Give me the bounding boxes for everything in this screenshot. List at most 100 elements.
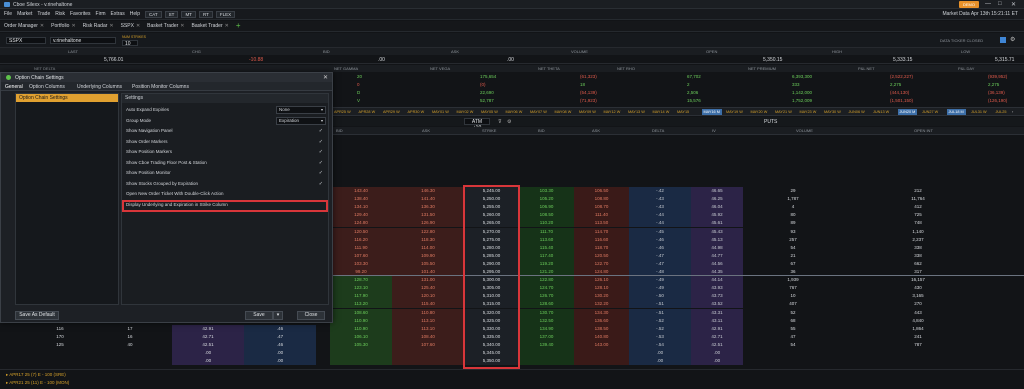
expiration-tab[interactable]: MAY12 W (604, 110, 621, 114)
iv-cell[interactable]: 43.73 (691, 292, 743, 301)
save-button[interactable]: Save (245, 311, 273, 320)
iv-cell[interactable]: 44.98 (691, 243, 743, 252)
chain-row[interactable]: 5,345.00.00.00 (330, 349, 1024, 357)
delta-cell[interactable]: -.44 (629, 219, 691, 228)
tab-general[interactable]: General (5, 84, 23, 90)
put-bid-cell[interactable]: 105.20 (519, 195, 574, 204)
expiration-tab[interactable]: MAY20 W (751, 110, 768, 114)
chain-row[interactable]: 143.40 146.30 5,245.00 103.30 106.50 -.42 46.6… (330, 187, 1024, 195)
call-ask-cell[interactable]: 118.30 (392, 235, 464, 244)
setting-checkbox[interactable]: ✓ (319, 137, 323, 147)
delta-cell[interactable]: -.42 (629, 187, 691, 195)
expiration-tab[interactable]: MAY23 W (800, 110, 817, 114)
iv-cell[interactable]: .00 (691, 357, 743, 366)
open-int-cell[interactable]: 338 (843, 252, 993, 260)
close-window-button[interactable]: ✕ (1011, 1, 1016, 8)
call-ask-cell[interactable]: 115.40 (392, 300, 464, 309)
call-bid-cell[interactable]: 116.20 (330, 235, 392, 244)
put-bid-cell[interactable]: 113.60 (519, 235, 574, 244)
call-ask-cell[interactable]: 122.80 (392, 227, 464, 236)
put-bid-cell[interactable]: 132.50 (519, 316, 574, 325)
setting-checkbox[interactable]: ✓ (319, 158, 323, 168)
put-bid-cell[interactable]: 108.50 (519, 211, 574, 220)
volume-cell[interactable] (743, 349, 843, 357)
put-bid-cell[interactable]: 111.70 (519, 227, 574, 236)
call-bid-cell[interactable] (330, 349, 392, 357)
iv-cell[interactable]: 44.77 (691, 251, 743, 260)
call-bid-cell[interactable]: 143.40 (330, 187, 392, 195)
volume-cell[interactable]: 21 (743, 252, 843, 260)
open-int-cell[interactable]: 270 (843, 300, 993, 308)
volume-cell[interactable]: 10 (743, 292, 843, 300)
save-as-default-button[interactable]: Save As Default (15, 311, 59, 320)
category-option-chain-settings[interactable]: Option Chain Settings (16, 94, 118, 102)
lower-left-row[interactable]: .00.00 (0, 357, 330, 366)
open-int-cell[interactable] (843, 349, 993, 357)
open-int-cell[interactable]: 662 (843, 260, 993, 268)
chain-row[interactable]: 116.20 118.30 5,275.00 113.60 116.60 -.46 45.1… (330, 235, 1024, 244)
tab-sspx[interactable]: SSPX ✕ (121, 23, 141, 29)
put-ask-cell[interactable]: 113.50 (574, 219, 629, 228)
put-ask-cell[interactable]: 136.60 (574, 316, 629, 325)
open-int-cell[interactable]: 725 (843, 211, 993, 219)
lower-left-row[interactable]: 116 17 42.91.46 (0, 325, 330, 333)
volume-cell[interactable]: 68 (743, 317, 843, 325)
setting-checkbox[interactable]: ✓ (319, 168, 323, 178)
call-bid-cell[interactable] (330, 357, 392, 366)
open-int-cell[interactable]: 3,165 (843, 292, 993, 300)
delta-cell[interactable]: -.45 (629, 227, 691, 236)
close-tab-icon[interactable]: ✕ (136, 23, 140, 29)
chain-row[interactable]: 138.40 141.40 5,250.00 105.20 108.80 -.43 46.2… (330, 195, 1024, 204)
call-bid-cell[interactable]: 106.10 (330, 332, 392, 341)
delta-cell[interactable]: -.51 (629, 308, 691, 317)
expiration-tab[interactable]: MAY13 W (628, 110, 645, 114)
chain-row[interactable]: 113.20 115.40 5,315.00 128.60 132.20 -.51 43.5… (330, 300, 1024, 309)
delta-cell[interactable]: -.51 (629, 300, 691, 309)
gear-icon[interactable]: ⚙ (1010, 36, 1015, 43)
volume-cell[interactable]: 52 (743, 309, 843, 317)
volume-cell[interactable]: 54 (743, 341, 843, 349)
setting-row[interactable]: Show Stocks Grouped by Expiration ✓ (126, 179, 326, 189)
delta-cell[interactable]: -.46 (629, 243, 691, 252)
iv-cell[interactable]: 42.71 (691, 332, 743, 341)
tab-portfolio[interactable]: Portfolio ✕ (51, 23, 76, 29)
expiration-tab[interactable]: JUL31 W (971, 110, 987, 114)
chain-row[interactable]: 5,350.00.00.00 (330, 357, 1024, 366)
open-int-cell[interactable]: 748 (843, 219, 993, 227)
open-int-cell[interactable]: 1,140 (843, 228, 993, 236)
call-bid-cell[interactable]: 123.10 (330, 284, 392, 293)
menu-trade[interactable]: Trade (37, 11, 50, 17)
put-bid-cell[interactable]: 130.70 (519, 308, 574, 317)
scroll-right-chevron-icon[interactable]: › (1012, 110, 1013, 114)
iv-cell[interactable]: 46.65 (691, 187, 743, 195)
expiration-tab[interactable]: MAY05 W (481, 110, 498, 114)
filter-icon[interactable]: ⊽ (498, 119, 502, 125)
tab-order-manager[interactable]: Order Manager ✕ (4, 23, 44, 29)
put-bid-cell[interactable]: 128.60 (519, 300, 574, 309)
tab-underlying-columns[interactable]: Underlying Columns (77, 84, 122, 90)
volume-cell[interactable]: 1,939 (743, 276, 843, 284)
put-ask-cell[interactable]: 118.70 (574, 243, 629, 252)
rt-button[interactable]: RT (198, 10, 213, 18)
put-ask-cell[interactable]: 143.00 (574, 340, 629, 349)
add-tab-icon[interactable]: + (236, 22, 241, 30)
setting-row[interactable]: Show Position Monitor ✓ (126, 168, 326, 178)
save-dropdown-chevron-down-icon[interactable]: ▾ (273, 311, 283, 320)
num-strikes-input[interactable]: 10 (122, 40, 138, 47)
tab-basket-trader-1[interactable]: Basket Trader ✕ (147, 23, 184, 29)
call-bid-cell[interactable]: 117.90 (330, 292, 392, 301)
iv-cell[interactable]: 45.61 (691, 219, 743, 228)
iv-cell[interactable]: 42.91 (691, 324, 743, 333)
call-ask-cell[interactable]: 105.50 (392, 259, 464, 268)
delta-cell[interactable]: .00 (629, 349, 691, 357)
volume-cell[interactable]: 47 (743, 333, 843, 341)
expiration-tab[interactable]: MAY06 W (506, 110, 523, 114)
open-int-cell[interactable]: 212 (843, 187, 993, 195)
put-bid-cell[interactable]: 106.90 (519, 203, 574, 212)
expiration-tab[interactable]: JUN13 W (873, 110, 889, 114)
call-ask-cell[interactable]: 131.50 (392, 211, 464, 220)
close-tab-icon[interactable]: ✕ (40, 23, 44, 29)
flex-button[interactable]: FLEX (215, 10, 236, 18)
iv-cell[interactable]: 46.25 (691, 195, 743, 204)
put-ask-cell[interactable]: 120.50 (574, 251, 629, 260)
